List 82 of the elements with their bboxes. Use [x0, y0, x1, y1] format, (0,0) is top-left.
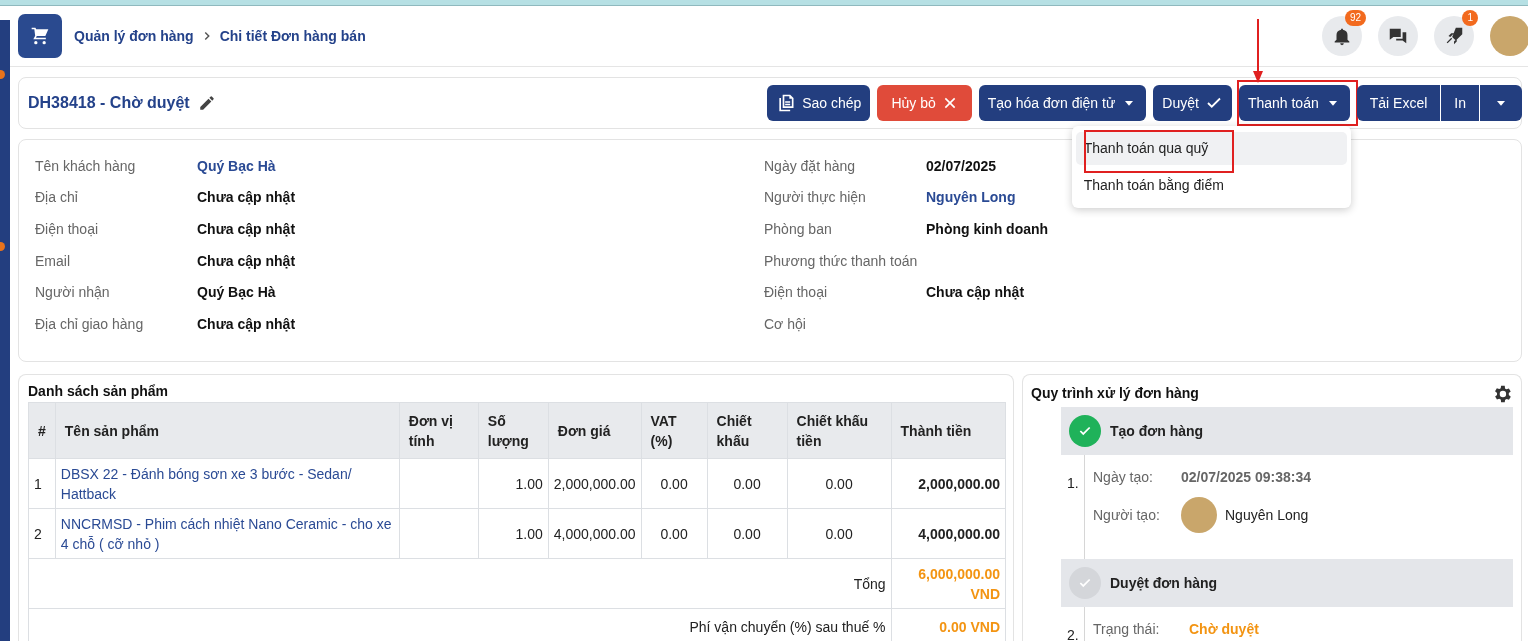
chat-button[interactable]: [1378, 16, 1418, 56]
count-badge: 1: [1462, 10, 1478, 26]
step-title: Tạo đơn hàng: [1110, 423, 1204, 439]
column-header: Thành tiền: [891, 402, 1006, 459]
breadcrumb-link[interactable]: Quản lý đơn hàng: [74, 28, 194, 44]
dropdown-toggle[interactable]: [1479, 85, 1522, 121]
menu-item[interactable]: Thanh toán bằng điểm: [1075, 169, 1347, 202]
table-cell: 0.00: [787, 508, 892, 559]
cart-icon: [18, 14, 62, 58]
step-number: 2.: [1067, 626, 1080, 641]
status-value: Chờ duyệt: [1189, 621, 1259, 637]
order-title: DH38418 - Chờ duyệt: [28, 94, 190, 112]
field-label: Điện thoại: [35, 221, 100, 237]
field-label: Trạng thái:: [1093, 621, 1161, 637]
column-header: Tên sản phẩm: [55, 402, 400, 459]
field-label: Người tạo:: [1093, 507, 1161, 523]
product-link[interactable]: DBSX 22 - Đánh bóng sơn xe 3 bước - Sedan/ Hattback: [55, 458, 400, 509]
field-label: Ngày tạo:: [1093, 469, 1154, 485]
copy-icon: [776, 93, 797, 113]
field-value: Chưa cập nhật: [197, 315, 296, 332]
toolbar-button[interactable]: Tải Excel: [1356, 85, 1441, 121]
field-label: Điện thoại: [764, 284, 829, 301]
table-cell: 0.00: [707, 508, 788, 559]
field-label: Phòng ban: [764, 221, 833, 237]
toolbar-button[interactable]: In: [1440, 85, 1479, 121]
table-cell: 0.00: [787, 458, 892, 509]
section-title: Quy trình xử lý đơn hàng: [1031, 384, 1199, 401]
table-cell: 1: [28, 458, 56, 509]
table-cell: 4,000,000.00: [548, 508, 642, 559]
column-header: Đơn vị tính: [399, 402, 479, 459]
field-link[interactable]: Nguyên Long: [926, 189, 1016, 206]
column-header: Đơn giá: [548, 402, 642, 459]
menu-item[interactable]: Thanh toán qua quỹ: [1075, 132, 1347, 165]
action-button[interactable]: Tạo hóa đơn điện tử: [978, 85, 1147, 121]
product-link[interactable]: NNCRMSD - Phim cách nhiệt Nano Ceramic - cho xe 4 chỗ ( cỡ nhỏ ): [55, 508, 400, 559]
field-label: Email: [35, 252, 71, 269]
section-title: Danh sách sản phẩm: [28, 383, 170, 399]
field-value: Phòng kinh doanh: [926, 221, 1049, 237]
field-label: Địa chỉ giao hàng: [35, 315, 145, 332]
column-header: VAT (%): [641, 402, 708, 459]
summary-value: 6,000,000.00 VND: [891, 558, 1006, 609]
count-badge: 92: [1344, 10, 1366, 26]
summary-label: Tổng: [28, 558, 892, 609]
table-cell: 2,000,000.00: [891, 458, 1006, 509]
table-cell: 2,000,000.00: [548, 458, 642, 509]
field-label: Ngày đặt hàng: [764, 157, 857, 174]
field-value: Quý Bạc Hà: [197, 284, 276, 301]
column-header: Số lượng: [478, 402, 549, 459]
step-title: Duyệt đơn hàng: [1110, 575, 1218, 591]
table-cell: 0.00: [707, 458, 788, 509]
field-label: Người nhận: [35, 284, 111, 301]
step-number: 1.: [1067, 474, 1080, 493]
action-button[interactable]: Duyệt: [1153, 85, 1232, 121]
table-cell: 1.00: [478, 458, 549, 509]
pencil-icon: [197, 94, 216, 112]
field-label: Phương thức thanh toán: [764, 252, 919, 269]
breadcrumb-link[interactable]: Chi tiết Đơn hàng bán: [219, 28, 366, 44]
field-value: Chưa cập nhật: [197, 221, 296, 237]
summary-label: Phí vận chuyển (%) sau thuế %: [28, 608, 892, 641]
avatar: [1181, 497, 1217, 533]
field-value: Chưa cập nhật: [926, 284, 1025, 301]
field-value: Chưa cập nhật: [197, 189, 296, 206]
column-header: Chiết khấu tiền: [787, 402, 892, 459]
field-label: Cơ hội: [764, 315, 807, 332]
table-cell: 2: [28, 508, 56, 559]
table-cell: 4,000,000.00: [891, 508, 1006, 559]
field-label: Người thực hiện: [764, 189, 867, 206]
field-label: Tên khách hàng: [35, 157, 137, 174]
field-value: 02/07/2025: [926, 157, 997, 174]
action-button[interactable]: Sao chép: [767, 85, 871, 121]
field-label: Địa chỉ: [35, 189, 79, 206]
column-header: #: [28, 402, 56, 459]
date-value: 02/07/2025 09:38:34: [1181, 469, 1311, 485]
user-name: Nguyên Long: [1225, 507, 1309, 523]
table-cell: 0.00: [641, 458, 708, 509]
action-button[interactable]: Thanh toán: [1238, 85, 1350, 121]
table-cell: 0.00: [641, 508, 708, 559]
action-button[interactable]: Hủy bỏ: [877, 85, 972, 121]
field-link[interactable]: Quý Bạc Hà: [197, 157, 276, 174]
column-header: Chiết khấu: [707, 402, 788, 459]
field-value: Chưa cập nhật: [197, 252, 296, 269]
table-cell: 1.00: [478, 508, 549, 559]
